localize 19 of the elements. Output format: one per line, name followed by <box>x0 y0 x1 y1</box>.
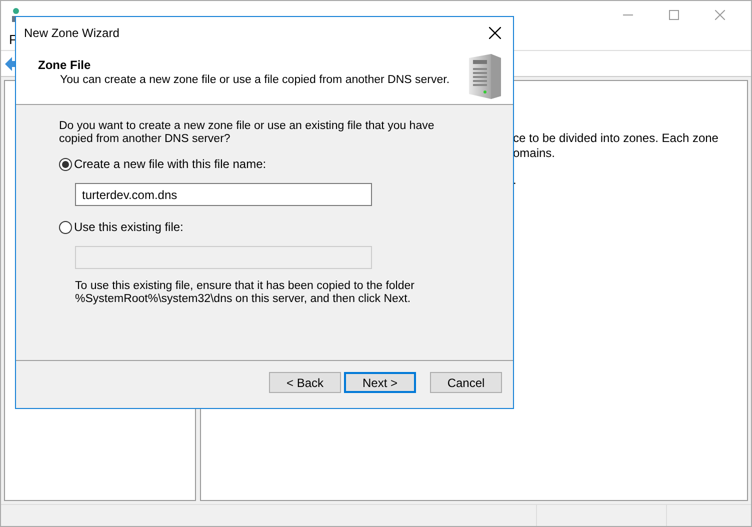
note-text: To use this existing file, ensure that it has been copied to the folder %SystemRoot%\system32\dns on this server, and then click Next. <box>75 280 415 306</box>
close-icon <box>489 26 501 38</box>
file-name-field[interactable] <box>75 246 372 269</box>
description-text: . <box>513 173 518 188</box>
question-text: Do you want to create a new zone file or use an existing file that you have copied from another DNS server? <box>59 120 436 146</box>
radio-button[interactable] <box>59 158 72 170</box>
radio-button[interactable] <box>59 220 72 234</box>
wizard-button[interactable]: < Back <box>269 372 341 393</box>
maximize-icon <box>669 10 679 20</box>
header-title: Zone File <box>38 58 92 73</box>
description-text: omains. <box>513 146 556 161</box>
wizard-button[interactable]: Next > <box>344 372 416 393</box>
dialog-title: New Zone Wizard <box>24 24 120 42</box>
radio-option[interactable]: Use this existing file: <box>59 218 493 236</box>
radio-option[interactable]: Create a new file with this file name: <box>59 155 493 173</box>
file-name-field[interactable]: turterdev.com.dns <box>75 183 372 206</box>
wizard-button[interactable]: Cancel <box>430 372 502 393</box>
close-icon <box>715 10 725 20</box>
header-subtitle: You can create a new zone file or use a file copied from another DNS server. <box>59 73 450 88</box>
